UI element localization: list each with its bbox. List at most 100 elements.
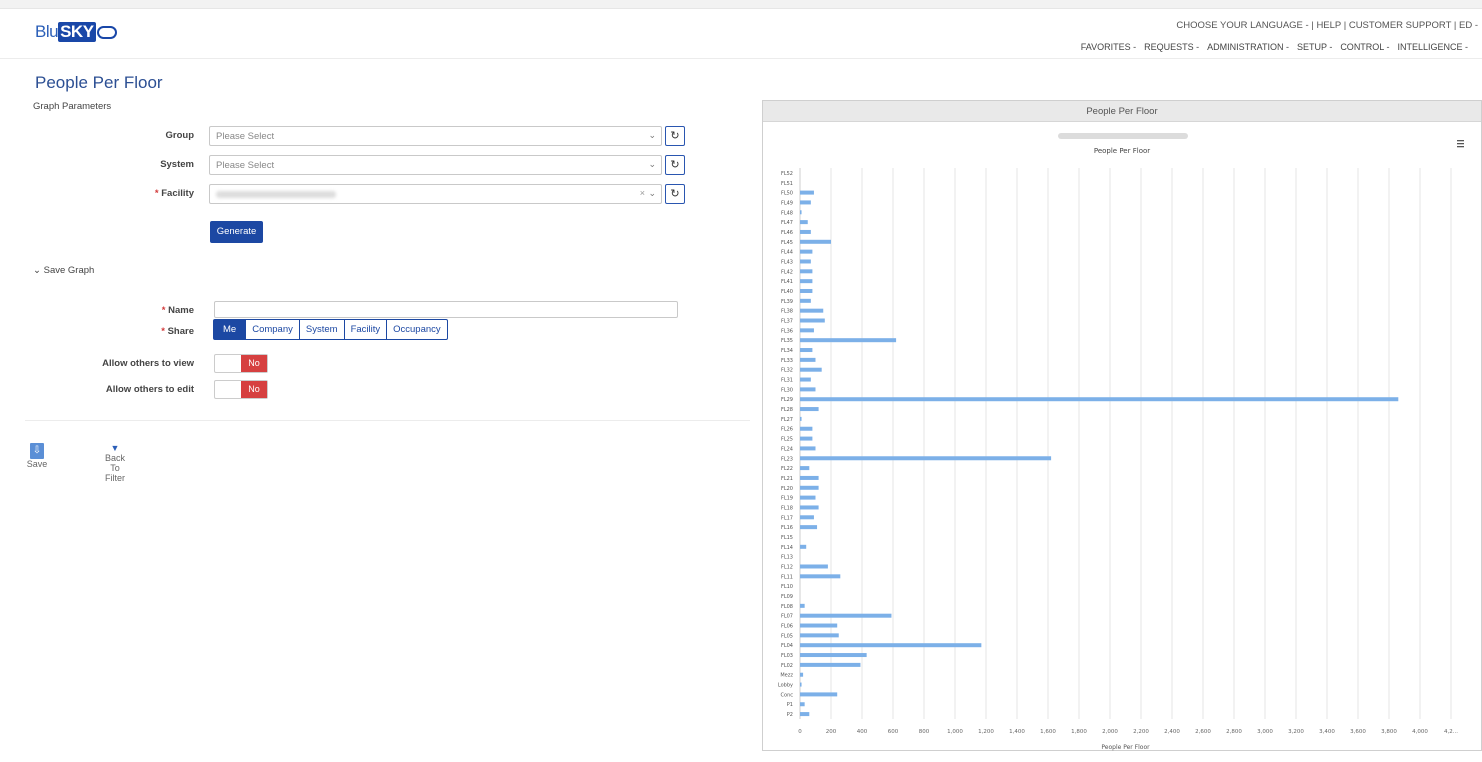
brand-logo[interactable]: Blu SKY [35, 22, 117, 42]
chart-subtitle: People Per Floor [1094, 147, 1150, 155]
name-input[interactable] [214, 301, 678, 318]
bar [800, 407, 819, 412]
share-facility-button[interactable]: Facility [344, 319, 388, 340]
bar [800, 702, 805, 707]
y-tick-label: FL42 [781, 269, 793, 275]
save-graph-toggle[interactable]: ⌄ Save Graph [33, 265, 94, 276]
bar [800, 613, 892, 618]
y-tick-label: Lobby [778, 683, 793, 689]
generate-button[interactable]: Generate [210, 221, 263, 243]
logo-highlight: SKY [58, 22, 96, 42]
bar [800, 692, 838, 697]
bar [800, 436, 813, 441]
x-tick-label: 1,000 [947, 729, 963, 735]
refresh-icon[interactable]: ↻ [665, 184, 685, 204]
share-me-button[interactable]: Me [213, 319, 247, 340]
y-tick-label: FL34 [781, 348, 793, 354]
bar [800, 653, 867, 658]
x-tick-label: 200 [826, 729, 837, 735]
bar [800, 298, 811, 303]
divider [25, 420, 750, 421]
nav-requests[interactable]: REQUESTS - [1144, 42, 1199, 52]
y-tick-label: FL08 [781, 604, 793, 610]
people-per-floor-chart: People Per Floor 0 200 400 600 800 1,000 1,200 1… [778, 133, 1464, 751]
y-tick-label: FL38 [781, 309, 793, 315]
clear-icon[interactable]: × [640, 188, 645, 198]
bar [800, 475, 819, 480]
bar [800, 603, 805, 608]
share-label: * Share [161, 326, 194, 337]
main-nav: FAVORITES - REQUESTS - ADMINISTRATION - … [1081, 42, 1468, 52]
refresh-icon[interactable]: ↻ [665, 155, 685, 175]
y-tick-label: FL16 [781, 525, 793, 531]
save-action[interactable]: ⇩ Save [25, 443, 49, 469]
y-tick-label: FL18 [781, 505, 793, 511]
nav-control[interactable]: CONTROL - [1340, 42, 1389, 52]
share-occupancy-button[interactable]: Occupancy [387, 319, 448, 340]
bar [800, 525, 818, 530]
hamburger-menu-icon[interactable] [1457, 140, 1464, 148]
y-tick-label: FL13 [781, 555, 793, 561]
x-tick-label: 2,000 [1102, 729, 1118, 735]
nav-setup[interactable]: SETUP - [1297, 42, 1332, 52]
y-tick-label: FL14 [781, 545, 793, 551]
bar [800, 229, 811, 234]
allow-edit-toggle[interactable]: No [214, 380, 268, 399]
share-company-button[interactable]: Company [246, 319, 300, 340]
x-tick-label: 2,600 [1195, 729, 1211, 735]
y-tick-label: FL45 [781, 240, 793, 246]
utility-nav[interactable]: CHOOSE YOUR LANGUAGE - | HELP | CUSTOMER… [1176, 20, 1478, 31]
y-tick-label: FL41 [781, 279, 793, 285]
bar [800, 515, 814, 520]
bar [800, 367, 822, 372]
toggle-state: No [241, 381, 267, 398]
y-tick-label: FL17 [781, 515, 793, 521]
cloud-icon [96, 25, 117, 39]
share-system-button[interactable]: System [299, 319, 345, 340]
y-tick-label: FL19 [781, 496, 793, 502]
x-tick-label: 1,200 [978, 729, 994, 735]
y-tick-label: P2 [787, 712, 793, 718]
x-tick-label: 800 [919, 729, 930, 735]
x-tick-label: 3,000 [1257, 729, 1273, 735]
y-tick-label: FL31 [781, 378, 793, 384]
bar [800, 328, 814, 333]
x-tick-label: 3,200 [1288, 729, 1304, 735]
x-tick-label: 4,2... [1444, 729, 1458, 735]
x-tick-label: 600 [888, 729, 899, 735]
group-select[interactable]: Please Select ⌄ [209, 126, 662, 146]
name-label-text: Name [168, 305, 194, 316]
bar [800, 377, 811, 382]
bar [800, 357, 816, 362]
chevron-down-icon: ⌄ [648, 130, 656, 140]
y-tick-label: FL52 [781, 171, 793, 177]
y-tick-label: FL44 [781, 250, 793, 256]
y-tick-label: FL25 [781, 437, 793, 443]
facility-select[interactable]: × ⌄ [209, 184, 662, 204]
bar [800, 220, 808, 225]
nav-intelligence[interactable]: INTELLIGENCE - [1397, 42, 1468, 52]
refresh-icon[interactable]: ↻ [665, 126, 685, 146]
bar [800, 544, 807, 549]
y-tick-label: FL27 [781, 417, 793, 423]
x-tick-label: 4,000 [1412, 729, 1428, 735]
redacted-title [1058, 133, 1188, 139]
y-tick-label: FL29 [781, 397, 793, 403]
y-tick-label: FL24 [781, 446, 793, 452]
x-tick-label: 2,200 [1133, 729, 1149, 735]
graph-parameters-heading: Graph Parameters [33, 101, 112, 112]
nav-favorites[interactable]: FAVORITES - [1081, 42, 1136, 52]
bar [800, 269, 813, 274]
y-tick-label: FL15 [781, 535, 793, 541]
nav-administration[interactable]: ADMINISTRATION - [1207, 42, 1289, 52]
x-tick-label: 1,400 [1009, 729, 1025, 735]
y-tick-label: FL37 [781, 319, 793, 325]
system-select[interactable]: Please Select ⌄ [209, 155, 662, 175]
allow-view-toggle[interactable]: No [214, 354, 268, 373]
page: Blu SKY CHOOSE YOUR LANGUAGE - | HELP | C… [0, 8, 1482, 762]
back-to-filter-action[interactable]: ▼ Back To Filter [103, 443, 127, 483]
y-tick-label: FL06 [781, 624, 793, 630]
group-placeholder: Please Select [216, 131, 275, 142]
chevron-down-icon: ⌄ [648, 159, 656, 169]
bar [800, 318, 825, 323]
